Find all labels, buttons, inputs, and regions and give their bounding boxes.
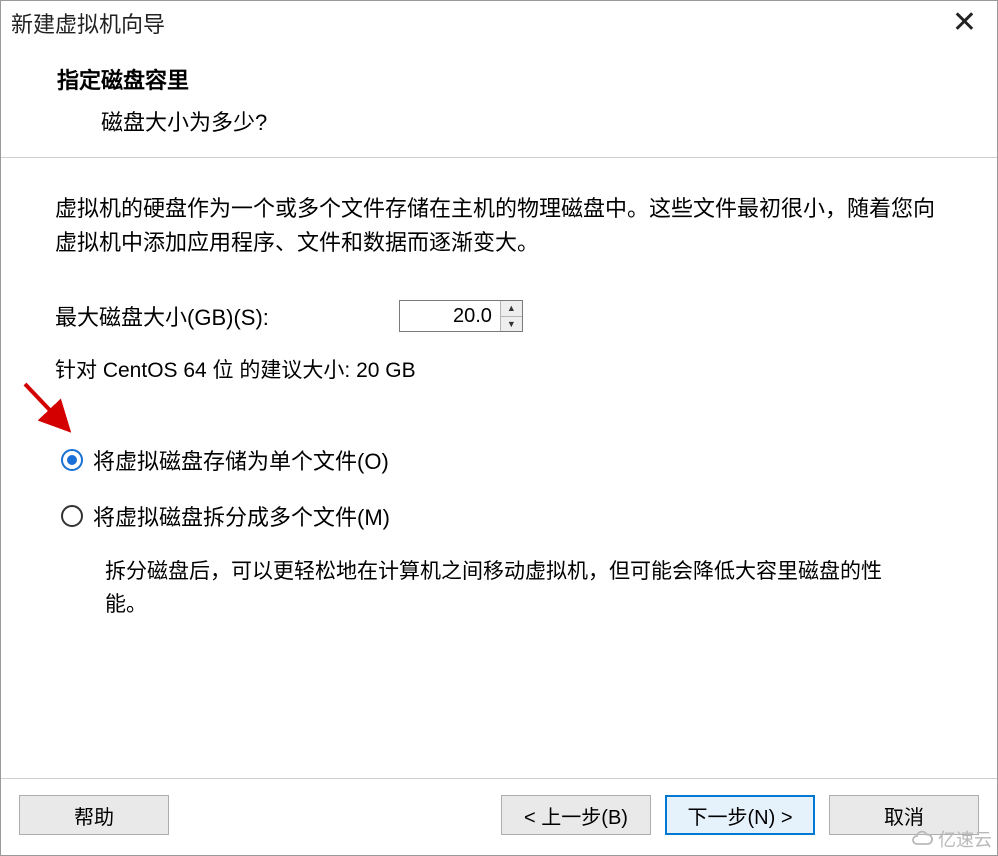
radio-single-file[interactable]: 将虚拟磁盘存储为单个文件(O)	[61, 444, 943, 476]
titlebar: 新建虚拟机向导 ✕	[1, 1, 997, 43]
disk-info-text: 虚拟机的硬盘作为一个或多个文件存储在主机的物理磁盘中。这些文件最初很小，随着您向…	[55, 192, 943, 260]
disk-size-spinner[interactable]: ▲ ▼	[399, 300, 523, 332]
back-button[interactable]: < 上一步(B)	[501, 795, 651, 835]
disk-size-input[interactable]	[400, 301, 500, 331]
radio-checked-icon	[61, 449, 83, 471]
spinner-down-icon[interactable]: ▼	[501, 316, 522, 332]
radio-split-files-label: 将虚拟磁盘拆分成多个文件(M)	[93, 500, 390, 532]
cancel-button[interactable]: 取消	[829, 795, 979, 835]
close-icon[interactable]: ✕	[946, 8, 983, 38]
radio-unchecked-icon	[61, 505, 83, 527]
spinner-up-icon[interactable]: ▲	[501, 301, 522, 316]
page-title: 指定磁盘容里	[57, 63, 997, 95]
radio-single-file-label: 将虚拟磁盘存储为单个文件(O)	[93, 444, 389, 476]
wizard-footer: 帮助 < 上一步(B) 下一步(N) > 取消	[1, 778, 997, 855]
radio-split-files-desc: 拆分磁盘后，可以更轻松地在计算机之间移动虚拟机，但可能会降低大容里磁盘的性能。	[105, 556, 913, 621]
help-button[interactable]: 帮助	[19, 795, 169, 835]
radio-split-files[interactable]: 将虚拟磁盘拆分成多个文件(M)	[61, 500, 943, 532]
page-subtitle: 磁盘大小为多少?	[101, 105, 997, 137]
spinner-buttons: ▲ ▼	[500, 301, 522, 331]
annotation-arrow-icon	[19, 378, 79, 438]
max-disk-size-label: 最大磁盘大小(GB)(S):	[55, 300, 269, 332]
window-title: 新建虚拟机向导	[11, 7, 165, 39]
recommended-size-text: 针对 CentOS 64 位 的建议大小: 20 GB	[55, 354, 943, 384]
max-disk-size-row: 最大磁盘大小(GB)(S): ▲ ▼	[55, 300, 943, 332]
next-button[interactable]: 下一步(N) >	[665, 795, 815, 835]
disk-storage-radio-group: 将虚拟磁盘存储为单个文件(O) 将虚拟磁盘拆分成多个文件(M) 拆分磁盘后，可以…	[61, 444, 943, 621]
wizard-window: 新建虚拟机向导 ✕ 指定磁盘容里 磁盘大小为多少? 虚拟机的硬盘作为一个或多个文…	[0, 0, 998, 856]
wizard-header: 指定磁盘容里 磁盘大小为多少?	[1, 43, 997, 158]
wizard-content: 虚拟机的硬盘作为一个或多个文件存储在主机的物理磁盘中。这些文件最初很小，随着您向…	[1, 158, 997, 778]
